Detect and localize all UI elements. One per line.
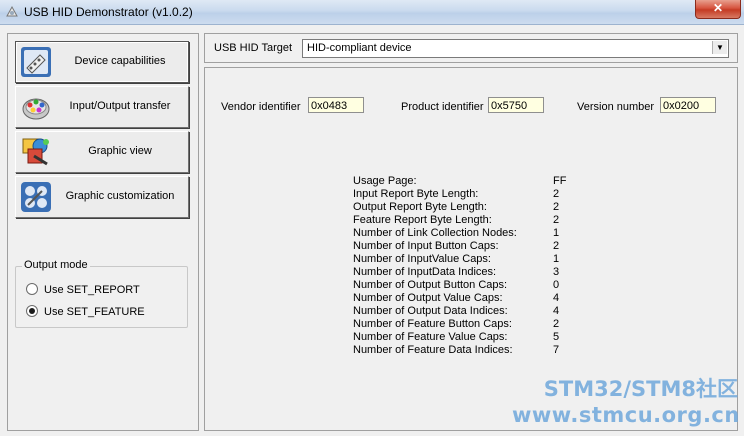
capability-value: 0 [553,279,560,291]
capability-value: 1 [553,253,560,265]
capability-label: Number of InputData Indices: [353,266,497,278]
vendor-id-field[interactable]: 0x0483 [308,97,364,113]
capability-label: Number of Input Button Caps: [353,240,499,252]
set-report-option[interactable]: Use SET_REPORT [26,283,140,296]
capability-label: Output Report Byte Length: [353,201,487,213]
graphic-customization-button[interactable]: Graphic customization [15,176,189,218]
set-feature-label: Use SET_FEATURE [44,306,145,318]
nav-label: Device capabilities [74,55,166,67]
version-number-label: Version number [577,101,655,113]
target-select[interactable]: HID-compliant device ▼ [302,39,729,58]
watermark-line1: STM32/STM8社区 [543,377,738,401]
set-feature-radio[interactable] [26,305,38,317]
capability-label: Usage Page: [353,175,417,187]
capability-value: 2 [553,188,560,200]
target-label: USB HID Target [214,42,293,54]
title-bar: USB HID Demonstrator (v1.0.2) ✕ [0,0,744,25]
nav-label: Input/Output transfer [69,100,171,112]
chevron-down-icon[interactable]: ▼ [712,41,727,54]
watermark: STM32/STM8社区 www.stmcu.org.cn [512,376,740,428]
capability-label: Number of Feature Button Caps: [353,318,512,330]
window-title: USB HID Demonstrator (v1.0.2) [24,5,193,19]
capability-value: 5 [553,331,560,343]
target-value: HID-compliant device [307,42,412,54]
device-capabilities-icon [21,47,51,77]
output-mode-group: Output mode Use SET_REPORT Use SET_FEATU… [15,259,188,328]
capability-label: Number of Feature Value Caps: [353,331,508,343]
watermark-line2: www.stmcu.org.cn [512,403,740,427]
capability-value: FF [553,175,567,187]
capability-value: 7 [553,344,560,356]
product-id-field[interactable]: 0x5750 [488,97,544,113]
io-transfer-button[interactable]: Input/Output transfer [15,86,189,128]
graphic-view-button[interactable]: Graphic view [15,131,189,173]
left-panel: Device capabilities Input/Output transfe… [7,33,199,431]
capability-value: 4 [553,292,560,304]
vendor-id-label: Vendor identifier [221,101,301,113]
capability-label: Feature Report Byte Length: [353,214,492,226]
version-number-field[interactable]: 0x0200 [660,97,716,113]
capability-value: 4 [553,305,560,317]
set-report-label: Use SET_REPORT [44,284,140,296]
capability-value: 2 [553,318,560,330]
capability-value: 2 [553,240,560,252]
close-button[interactable]: ✕ [695,0,741,19]
capability-label: Number of Feature Data Indices: [353,344,513,356]
capability-value: 2 [553,214,560,226]
graphic-customization-icon [21,182,51,212]
output-mode-legend: Output mode [22,259,90,271]
capability-label: Number of Output Data Indices: [353,305,508,317]
capability-label: Number of Output Value Caps: [353,292,503,304]
set-feature-option[interactable]: Use SET_FEATURE [26,305,145,318]
target-bar: USB HID Target HID-compliant device ▼ [204,33,738,63]
set-report-radio[interactable] [26,283,38,295]
capability-label: Input Report Byte Length: [353,188,479,200]
capability-label: Number of Link Collection Nodes: [353,227,517,239]
capability-label: Number of InputValue Caps: [353,253,491,265]
capability-label: Number of Output Button Caps: [353,279,508,291]
graphic-view-icon [22,138,49,166]
app-icon [6,5,18,17]
nav-label: Graphic customization [65,190,175,202]
product-id-label: Product identifier [401,101,484,113]
capability-value: 3 [553,266,560,278]
device-capabilities-button[interactable]: Device capabilities [15,41,189,83]
nav-label: Graphic view [88,145,152,157]
io-transfer-icon [22,98,50,120]
capability-value: 2 [553,201,560,213]
capability-value: 1 [553,227,560,239]
